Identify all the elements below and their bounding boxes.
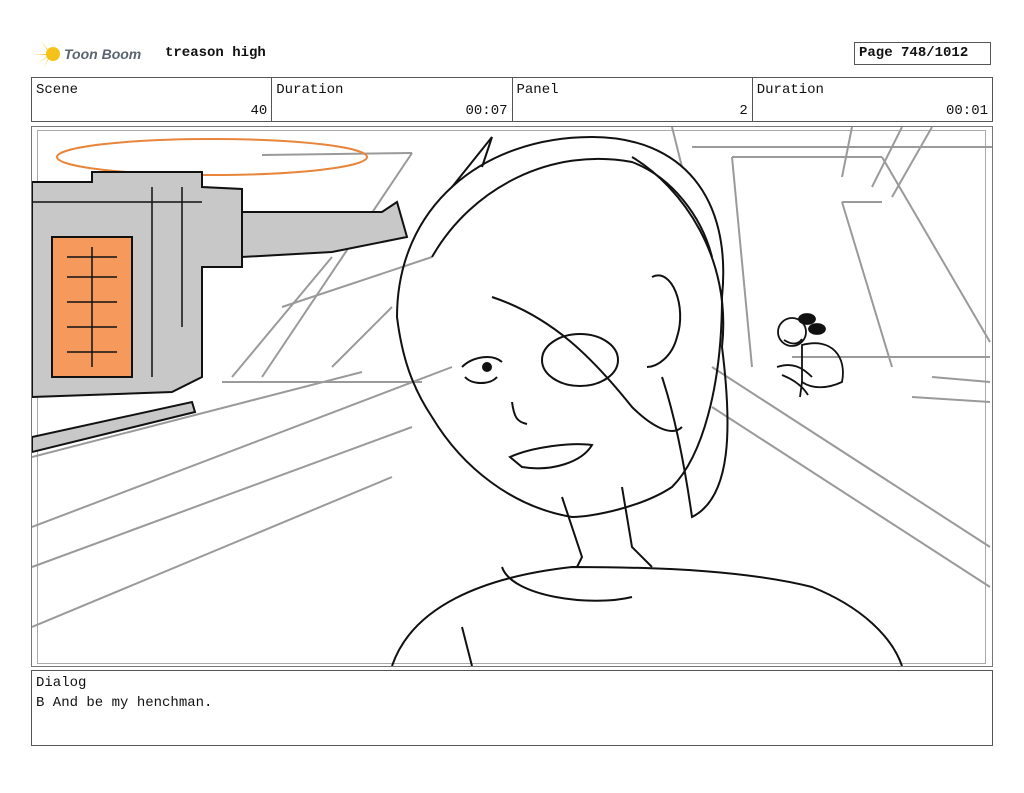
scene-value: 40: [250, 103, 268, 119]
storyboard-panel-drawing: [32, 127, 992, 666]
background-creature: [776, 313, 844, 398]
scene-label: Scene: [36, 82, 79, 98]
turret-machine: [32, 171, 409, 454]
scene-duration-cell: Duration 00:07: [272, 78, 513, 121]
panel-duration-value: 00:01: [945, 103, 988, 119]
panel-cell: Panel 2: [513, 78, 753, 121]
project-title: treason high: [165, 45, 266, 61]
orange-ring: [56, 138, 368, 176]
panel-duration-label: Duration: [756, 82, 824, 98]
dialog-text: B And be my henchman.: [36, 695, 213, 711]
svg-text:Toon Boom: Toon Boom: [64, 46, 141, 62]
panel-value: 2: [739, 103, 748, 119]
logo-burst-icon: Toon Boom: [34, 40, 141, 68]
dialog-box: Dialog B And be my henchman.: [31, 670, 993, 746]
scene-duration-label: Duration: [276, 82, 344, 98]
page-counter: Page 748/1012: [854, 42, 991, 65]
panel-label: Panel: [516, 82, 559, 98]
dialog-label: Dialog: [36, 675, 87, 691]
storyboard-info-row: Scene 40 Duration 00:07 Panel 2 Duration…: [31, 77, 993, 122]
girl-character: [391, 135, 903, 666]
page-value: 748/1012: [901, 45, 969, 61]
page-label: Page: [859, 45, 893, 61]
scene-duration-value: 00:07: [465, 103, 508, 119]
toon-boom-logo: Toon Boom: [34, 38, 159, 70]
scene-cell: Scene 40: [32, 78, 273, 121]
panel-duration-cell: Duration 00:01: [753, 78, 992, 121]
